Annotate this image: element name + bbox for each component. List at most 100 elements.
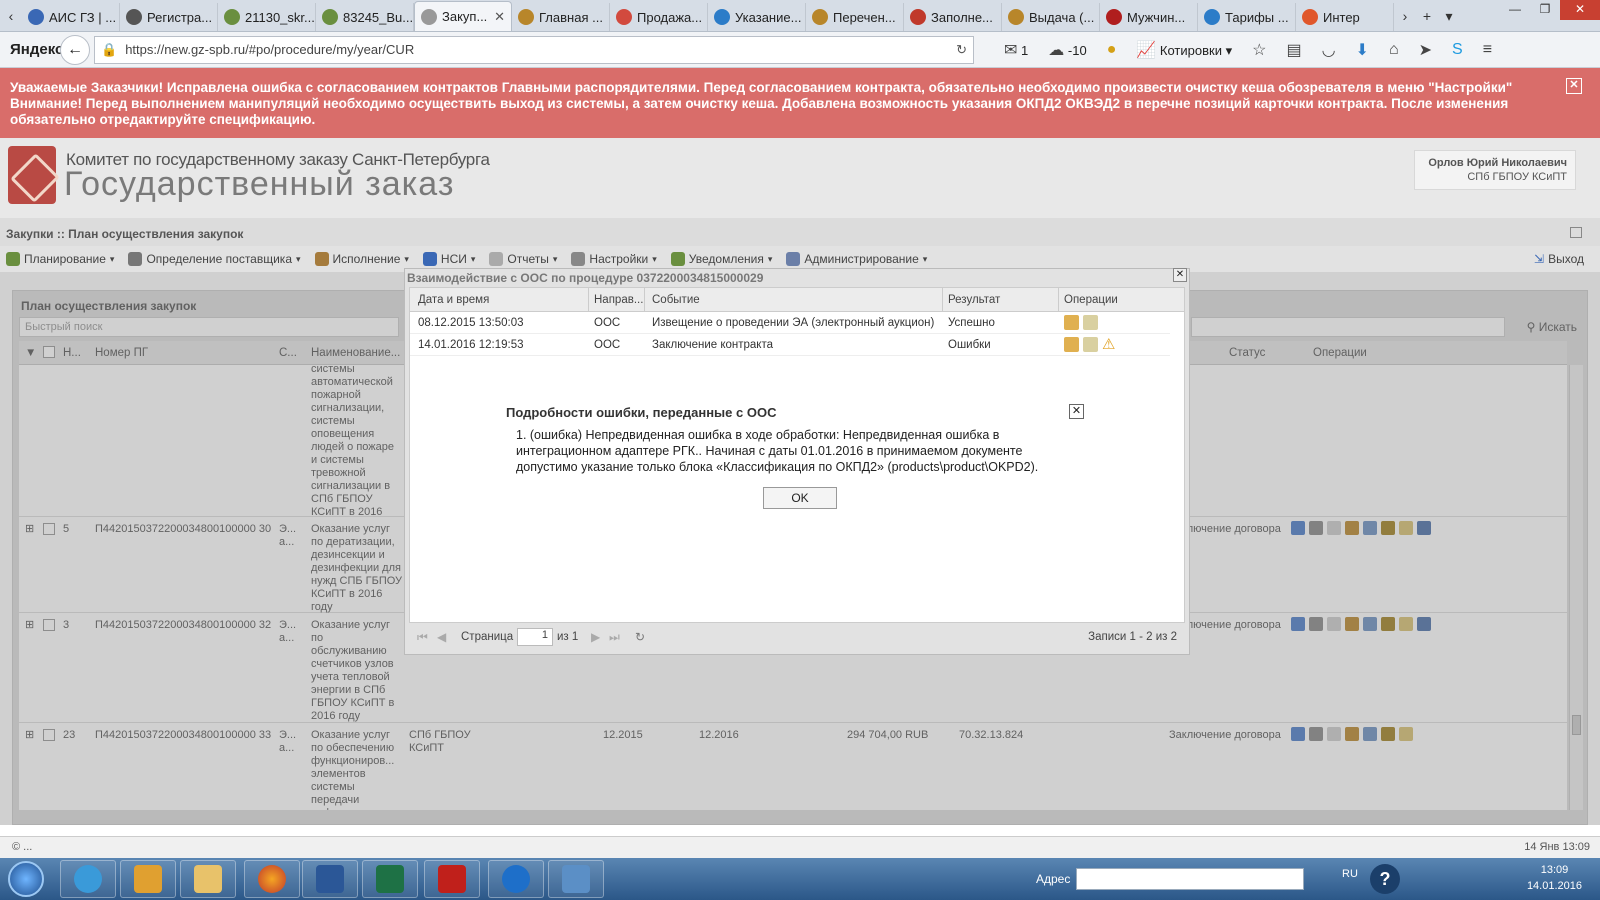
browser-tab[interactable]: 83245_Bu... bbox=[316, 3, 414, 31]
close-window-icon[interactable]: ✕ bbox=[1560, 0, 1600, 20]
document-icon[interactable] bbox=[1083, 337, 1098, 352]
menu-item-label: Исполнение bbox=[332, 252, 401, 266]
browser-tab[interactable]: Указание... bbox=[708, 3, 806, 31]
error-close-icon[interactable]: ✕ bbox=[1069, 404, 1084, 419]
banner-close-icon[interactable]: ✕ bbox=[1566, 78, 1582, 94]
home-icon[interactable]: ⌂ bbox=[1389, 41, 1399, 59]
col-event[interactable]: Событие bbox=[652, 294, 700, 306]
ooc-row[interactable]: 08.12.2015 13:50:03 ООС Извещение о провед… bbox=[410, 312, 1170, 334]
browser-tab[interactable]: АИС ГЗ | ... bbox=[22, 3, 120, 31]
reload-icon[interactable]: ↻ bbox=[956, 42, 967, 58]
star-icon[interactable]: ☆ bbox=[1252, 40, 1266, 60]
first-page-icon[interactable]: ⏮ bbox=[417, 630, 428, 645]
mail-widget[interactable]: ✉ 1 bbox=[1004, 40, 1028, 60]
ooc-cell-direction: ООС bbox=[594, 339, 621, 351]
browser-tab[interactable]: Заполне... bbox=[904, 3, 1002, 31]
browser-tab[interactable]: Закуп... ✕ bbox=[414, 1, 512, 31]
reader-icon[interactable]: ▤ bbox=[1286, 40, 1301, 60]
app-title: Государственный заказ bbox=[64, 165, 455, 203]
col-direction[interactable]: Направ... bbox=[594, 294, 643, 306]
browser-tab[interactable]: Выдача (... bbox=[1002, 3, 1100, 31]
tab-list: АИС ГЗ | ... Регистра... 21130_skr... 83245… bbox=[22, 1, 1394, 31]
tabs-scroll-left-icon[interactable]: ‹ bbox=[0, 1, 22, 31]
document-icon[interactable] bbox=[1083, 315, 1098, 330]
ok-button[interactable]: OK bbox=[763, 487, 837, 509]
collapse-icon[interactable] bbox=[1570, 227, 1582, 238]
col-result[interactable]: Результат bbox=[948, 294, 1000, 306]
language-indicator[interactable]: RU bbox=[1342, 868, 1358, 880]
acrobat-taskbar-button[interactable] bbox=[424, 860, 480, 898]
pocket-icon[interactable]: ◡ bbox=[1322, 40, 1336, 60]
browser-tab[interactable]: Главная ... bbox=[512, 3, 610, 31]
quotes-widget[interactable]: 📈 Котировки ▾ bbox=[1136, 40, 1232, 60]
tabs-menu-icon[interactable]: ▾ bbox=[1438, 1, 1460, 31]
start-button[interactable] bbox=[8, 861, 44, 897]
browser-tab[interactable]: Интер bbox=[1296, 3, 1394, 31]
warning-icon[interactable]: ⚠ bbox=[1102, 337, 1115, 352]
menu-item[interactable]: Настройки ▾ bbox=[571, 252, 657, 266]
help-icon[interactable]: ? bbox=[1370, 864, 1400, 894]
explorer-taskbar-button[interactable] bbox=[180, 860, 236, 898]
network-taskbar-button[interactable] bbox=[548, 860, 604, 898]
tabs-scroll-right-icon[interactable]: › bbox=[1394, 1, 1416, 31]
ie-taskbar-button[interactable] bbox=[60, 860, 116, 898]
download-icon[interactable]: ⬇ bbox=[1356, 40, 1369, 60]
send-icon[interactable]: ➤ bbox=[1419, 40, 1432, 60]
next-page-icon[interactable]: ▶ bbox=[591, 630, 600, 644]
firefox-icon bbox=[258, 865, 286, 893]
exit-icon: ⇲ bbox=[1534, 252, 1545, 266]
firefox-taskbar-button[interactable] bbox=[244, 860, 300, 898]
ooc-grid-header: Дата и время Направ... Событие Результат… bbox=[410, 288, 1184, 312]
package-icon[interactable] bbox=[1064, 315, 1079, 330]
excel-taskbar-button[interactable] bbox=[362, 860, 418, 898]
tab-label: Закуп... bbox=[442, 9, 488, 24]
word-taskbar-button[interactable] bbox=[302, 860, 358, 898]
new-tab-icon[interactable]: + bbox=[1416, 1, 1438, 31]
browser-tab[interactable]: Мужчин... bbox=[1100, 3, 1198, 31]
url-field[interactable]: 🔒 https://new.gz-spb.ru/#po/procedure/my… bbox=[94, 35, 974, 64]
back-icon[interactable]: ← bbox=[60, 34, 90, 65]
menu-item[interactable]: Уведомления ▾ bbox=[670, 252, 772, 266]
minimize-icon[interactable]: — bbox=[1500, 0, 1530, 20]
menu-item[interactable]: Администрирование ▾ bbox=[786, 252, 927, 266]
browser-tab[interactable]: Перечен... bbox=[806, 3, 904, 31]
browser-tab[interactable]: Регистра... bbox=[120, 3, 218, 31]
prev-page-icon[interactable]: ◀ bbox=[437, 630, 446, 644]
browser-tab[interactable]: 21130_skr... bbox=[218, 3, 316, 31]
user-box[interactable]: Орлов Юрий Николаевич СПб ГБПОУ КСиПТ bbox=[1414, 150, 1576, 190]
ooc-row[interactable]: 14.01.2016 12:19:53 ООС Заключение контрак… bbox=[410, 334, 1170, 356]
maximize-icon[interactable]: ❐ bbox=[1530, 0, 1560, 20]
quotes-label: Котировки bbox=[1159, 42, 1222, 58]
exit-button[interactable]: ⇲ Выход bbox=[1534, 252, 1584, 266]
last-page-icon[interactable]: ⏭ bbox=[609, 630, 620, 645]
browser-tab[interactable]: Продажа... bbox=[610, 3, 708, 31]
yandex-logo[interactable]: Яндекс bbox=[0, 41, 63, 58]
currency-icon[interactable]: ● bbox=[1107, 41, 1117, 59]
clock-time: 13:09 bbox=[1540, 864, 1569, 876]
col-datetime[interactable]: Дата и время bbox=[418, 294, 489, 306]
teamviewer-taskbar-button[interactable] bbox=[488, 860, 544, 898]
page-number-input[interactable]: 1 bbox=[517, 628, 553, 646]
weather-widget[interactable]: ☁ -10 bbox=[1048, 40, 1086, 60]
menu-item[interactable]: Определение поставщика ▾ bbox=[128, 252, 301, 266]
refresh-icon[interactable]: ↻ bbox=[635, 630, 645, 644]
menu-item[interactable]: Исполнение ▾ bbox=[314, 252, 409, 266]
tab-close-icon[interactable]: ✕ bbox=[494, 9, 505, 25]
browser-tab[interactable]: Тарифы ... bbox=[1198, 3, 1296, 31]
skype-icon[interactable]: S bbox=[1452, 41, 1463, 59]
tab-label: Главная ... bbox=[539, 9, 603, 25]
menu-item-icon bbox=[670, 252, 685, 266]
taskbar-address-input[interactable] bbox=[1076, 868, 1304, 890]
menu-item[interactable]: Отчеты ▾ bbox=[489, 252, 557, 266]
taskbar-clock[interactable]: 13:09 14.01.2016 bbox=[1527, 862, 1582, 894]
menu-icon[interactable]: ≡ bbox=[1483, 41, 1492, 59]
ooc-cell-datetime: 14.01.2016 12:19:53 bbox=[418, 339, 524, 351]
outlook-taskbar-button[interactable] bbox=[120, 860, 176, 898]
tab-label: Продажа... bbox=[637, 9, 703, 25]
menu-item[interactable]: Планирование ▾ bbox=[6, 252, 114, 266]
col-operations[interactable]: Операции bbox=[1064, 294, 1118, 306]
ooc-close-icon[interactable]: ✕ bbox=[1173, 268, 1187, 282]
package-icon[interactable] bbox=[1064, 337, 1079, 352]
menu-item[interactable]: НСИ ▾ bbox=[422, 252, 475, 266]
menu-item-label: Отчеты bbox=[507, 252, 549, 266]
